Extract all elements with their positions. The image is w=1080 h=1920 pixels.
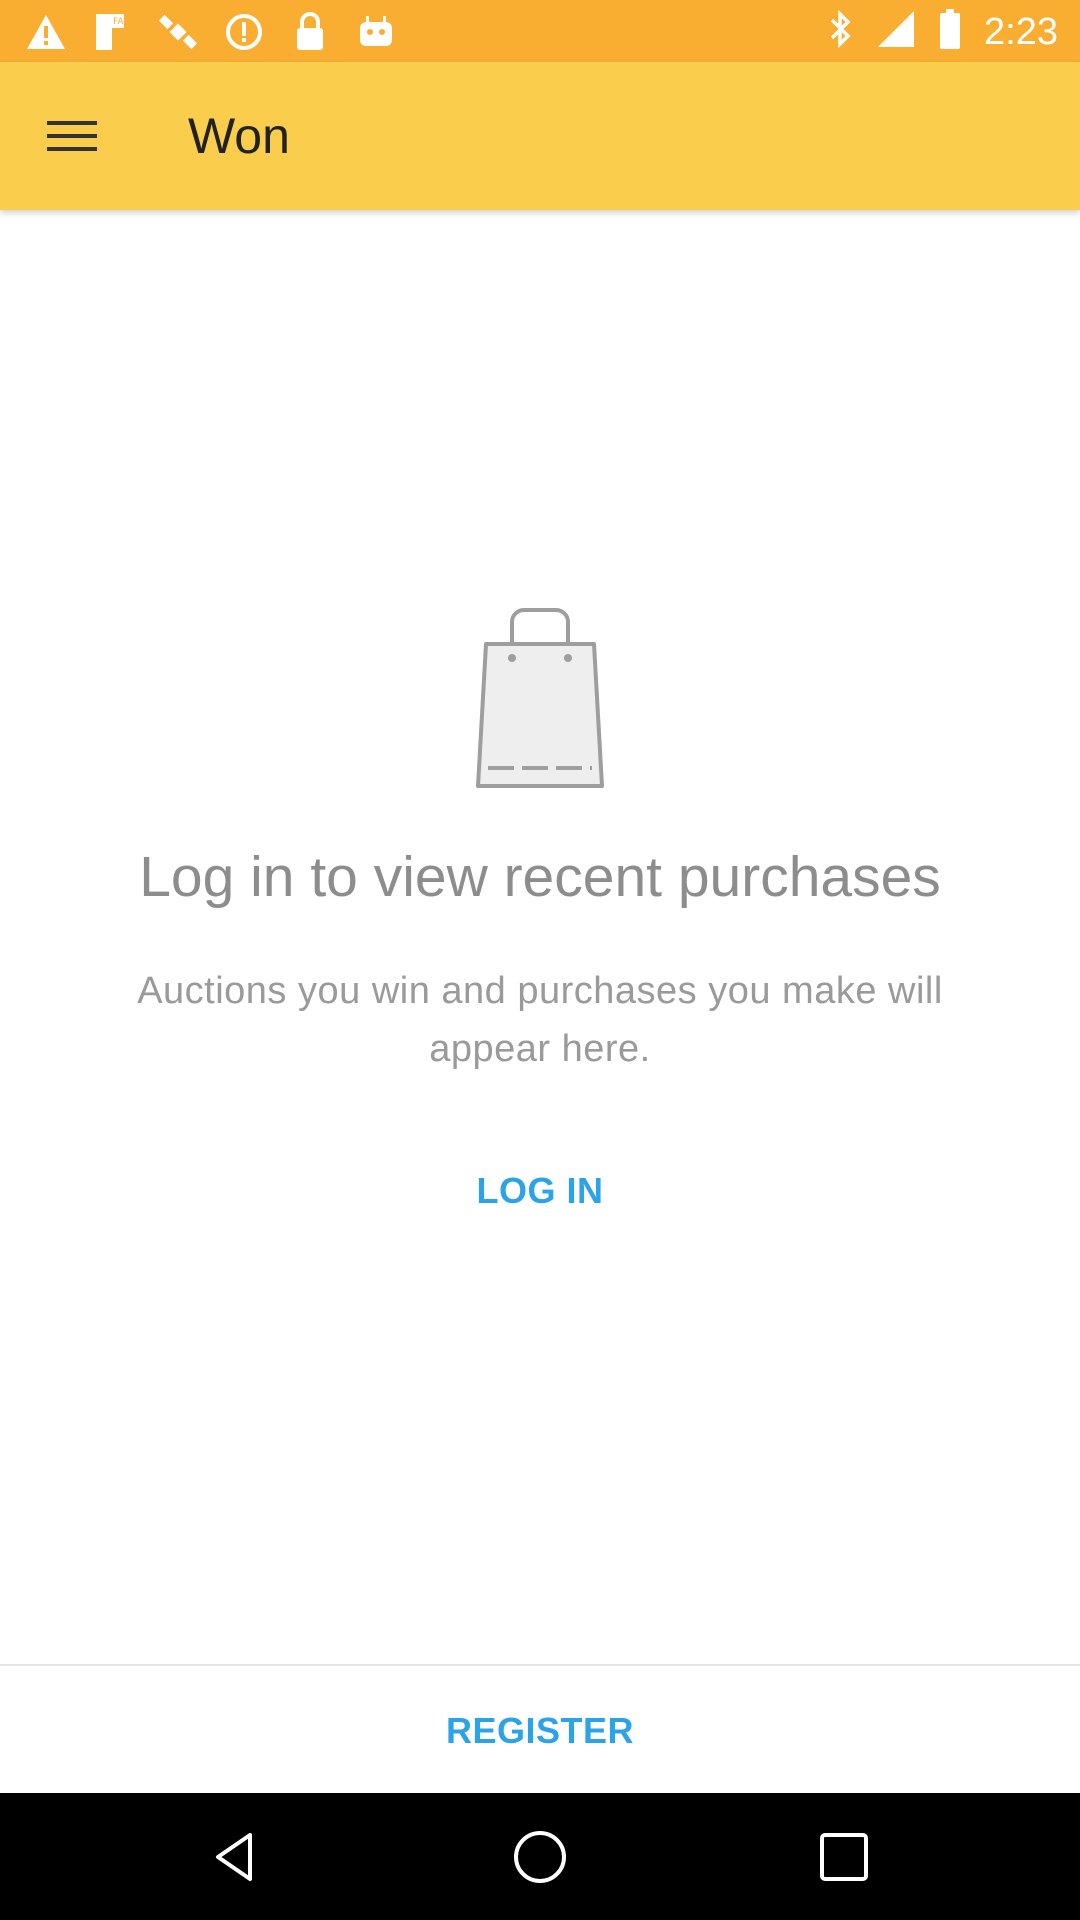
status-notification-icons: FAKE	[24, 10, 398, 54]
fake-gps-icon: FAKE	[90, 10, 134, 54]
empty-state-title: Log in to view recent purchases	[139, 845, 941, 909]
lock-icon	[288, 10, 332, 54]
page-title: Won	[188, 108, 290, 164]
signal-icon	[876, 9, 916, 54]
app-bar: Won	[0, 62, 1080, 210]
recents-icon[interactable]	[814, 1827, 874, 1887]
empty-state-subtitle: Auctions you win and purchases you make …	[137, 970, 943, 1070]
register-button[interactable]: REGISTER	[446, 1710, 634, 1752]
warning-icon	[24, 10, 68, 54]
back-icon[interactable]	[206, 1827, 266, 1887]
status-bar: FAKE 2:23	[0, 0, 1080, 62]
info-icon	[222, 10, 266, 54]
empty-state: Log in to view recent purchases Auctions…	[0, 600, 1080, 1212]
android-icon	[354, 10, 398, 54]
home-icon[interactable]	[510, 1827, 570, 1887]
satellite-icon	[156, 10, 200, 54]
bluetooth-icon	[828, 8, 854, 55]
log-in-button[interactable]: LOG IN	[477, 1170, 604, 1212]
navigation-bar	[0, 1793, 1080, 1920]
menu-button[interactable]	[40, 106, 104, 166]
status-time: 2:23	[984, 10, 1058, 53]
register-bar: REGISTER	[0, 1664, 1080, 1795]
hamburger-menu-icon	[47, 121, 97, 151]
battery-icon	[938, 8, 962, 55]
svg-text:FAKE: FAKE	[113, 17, 132, 27]
status-system-icons: 2:23	[828, 8, 1058, 55]
shopping-bag-icon	[476, 608, 604, 788]
